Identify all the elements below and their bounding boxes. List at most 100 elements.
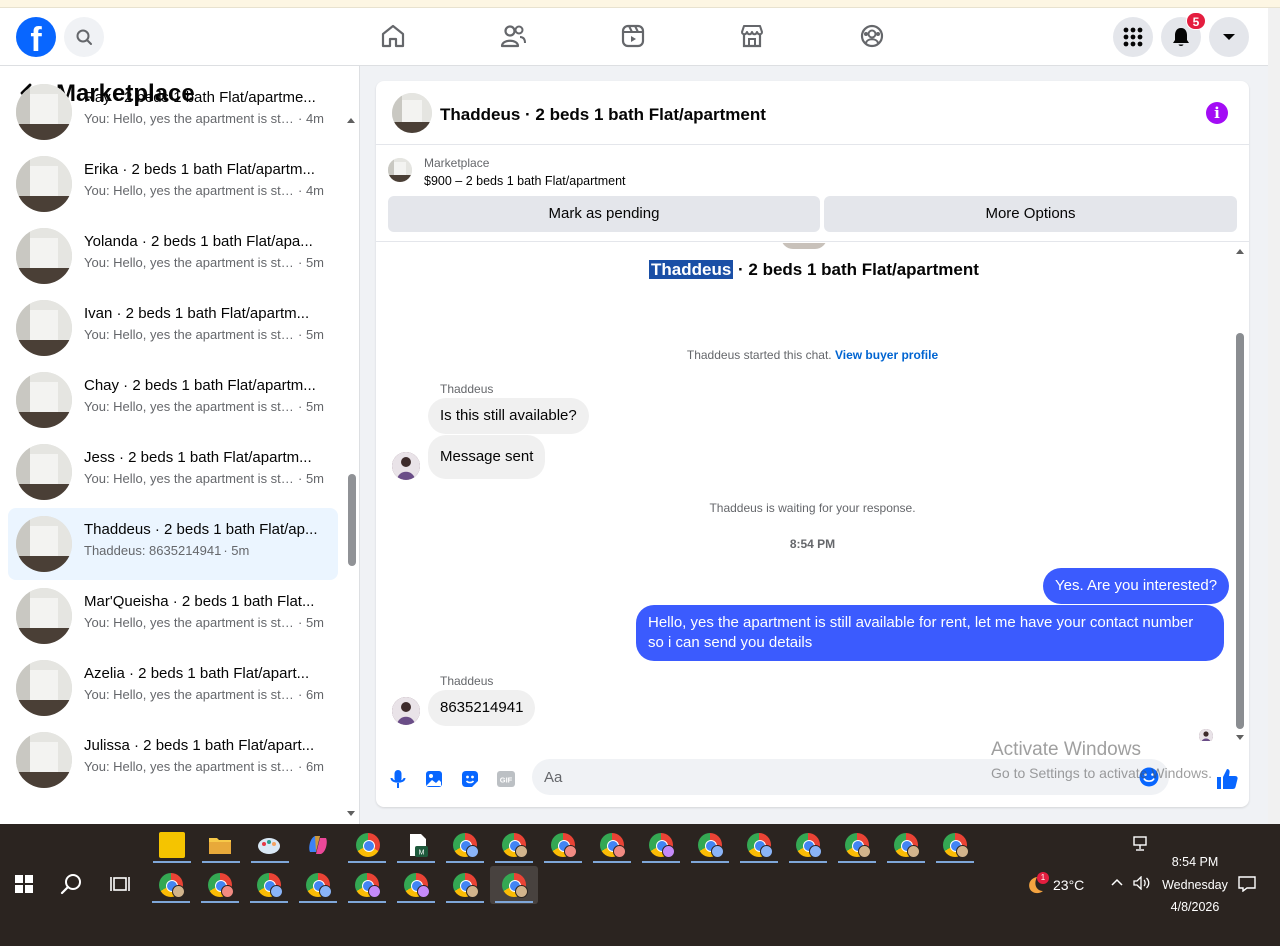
conversation-item[interactable]: Ray · 2 beds 1 bath Flat/apartme... You:… [8, 76, 338, 148]
copilot-icon[interactable] [305, 832, 331, 858]
chrome-profile-icon[interactable] [404, 873, 430, 898]
photo-icon[interactable] [423, 768, 445, 790]
mark-as-pending-button[interactable]: Mark as pending [388, 196, 820, 232]
message-input[interactable]: Aa [532, 759, 1169, 795]
chrome-profile-icon[interactable] [698, 833, 724, 858]
buyer-avatar[interactable] [392, 452, 420, 480]
conversation-item[interactable]: Mar'Queisha · 2 beds 1 bath Flat... You:… [8, 580, 338, 652]
windows-start-icon[interactable] [15, 875, 33, 893]
conversation-item[interactable]: Azelia · 2 beds 1 bath Flat/apart... You… [8, 652, 338, 724]
view-buyer-profile-link[interactable]: View buyer profile [835, 348, 938, 362]
marketplace-icon[interactable] [738, 22, 766, 50]
listing-thumbnail [16, 444, 72, 500]
conversation-preview: You: Hello, yes the apartment is stil...… [84, 183, 324, 198]
friends-icon[interactable] [499, 22, 527, 50]
listing-price[interactable]: $900 – 2 beds 1 bath Flat/apartment [424, 174, 626, 188]
incoming-message[interactable]: Message sent [428, 435, 546, 479]
chevron-up-icon[interactable] [1110, 877, 1124, 887]
gif-icon[interactable]: GIF [495, 768, 517, 790]
clock-day[interactable]: Wednesday [1154, 878, 1236, 892]
conversation-item[interactable]: Erika · 2 beds 1 bath Flat/apartm... You… [8, 148, 338, 220]
notification-center-icon[interactable] [1238, 876, 1256, 892]
sticky-notes-icon[interactable] [159, 832, 185, 858]
volume-icon[interactable] [1133, 876, 1151, 890]
listing-category: Marketplace [424, 156, 490, 170]
menu-grid-button[interactable] [1113, 17, 1153, 57]
chat-scroll-down-arrow-icon[interactable] [1235, 734, 1245, 742]
chrome-profile-icon[interactable] [257, 873, 283, 898]
taskbar-running-indicator [740, 861, 778, 863]
svg-text:M: M [419, 850, 425, 857]
taskbar-running-indicator [887, 861, 925, 863]
more-options-button[interactable]: More Options [824, 196, 1237, 232]
chrome-profile-icon[interactable] [796, 833, 822, 858]
conversation-item[interactable]: Jess · 2 beds 1 bath Flat/apartm... You:… [8, 436, 338, 508]
chrome-profile-icon[interactable] [453, 873, 479, 898]
taskbar-running-indicator [495, 861, 533, 863]
chrome-profile-icon[interactable] [894, 833, 920, 858]
incoming-message[interactable]: 8635214941 [428, 690, 536, 726]
conversation-item[interactable]: Julissa · 2 beds 1 bath Flat/apart... Yo… [8, 724, 338, 796]
account-menu-button[interactable] [1209, 17, 1249, 57]
scroll-down-arrow-icon[interactable] [346, 810, 356, 818]
facebook-logo-icon[interactable]: f [16, 17, 56, 57]
taskbar-running-indicator [691, 861, 729, 863]
weather-temperature[interactable]: 23°C [1053, 877, 1084, 893]
conversation-item[interactable]: Chay · 2 beds 1 bath Flat/apartm... You:… [8, 364, 338, 436]
chat-scrollbar-thumb[interactable] [1236, 333, 1244, 729]
sticker-icon[interactable] [459, 768, 481, 790]
chrome-icon[interactable] [356, 833, 380, 857]
groups-icon[interactable] [858, 22, 886, 50]
conversation-preview: You: Hello, yes the apartment is stil...… [84, 471, 324, 486]
video-icon[interactable] [619, 22, 647, 50]
home-icon[interactable] [379, 22, 407, 50]
scroll-up-arrow-icon[interactable] [346, 116, 356, 124]
taskbar-running-indicator [446, 861, 484, 863]
chrome-profile-icon[interactable] [208, 873, 234, 898]
info-icon[interactable]: i [1206, 102, 1228, 124]
page-scrollbar[interactable] [1268, 8, 1280, 824]
taskbar-search-icon[interactable] [60, 872, 84, 896]
microphone-icon[interactable] [387, 768, 409, 790]
conversation-item[interactable]: Yolanda · 2 beds 1 bath Flat/apa... You:… [8, 220, 338, 292]
network-icon[interactable] [1133, 836, 1151, 852]
search-button[interactable] [64, 17, 104, 57]
chrome-profile-icon[interactable] [355, 873, 381, 898]
message-input-placeholder: Aa [544, 769, 563, 786]
chat-scroll-up-arrow-icon[interactable] [1235, 247, 1245, 255]
chrome-profile-icon[interactable] [502, 833, 528, 858]
chrome-profile-icon[interactable] [551, 833, 577, 858]
taskbar-running-indicator [397, 861, 435, 863]
clock-time[interactable]: 8:54 PM [1158, 855, 1232, 869]
listing-thumbnail [16, 228, 72, 284]
buyer-avatar[interactable] [392, 697, 420, 725]
conversation-item[interactable]: Ivan · 2 beds 1 bath Flat/apartm... You:… [8, 292, 338, 364]
clock-date[interactable]: 4/8/2026 [1158, 900, 1232, 914]
paint-icon[interactable] [256, 832, 282, 858]
outgoing-message[interactable]: Hello, yes the apartment is still availa… [636, 605, 1224, 661]
chrome-profile-icon[interactable] [502, 873, 528, 898]
chrome-profile-icon[interactable] [943, 833, 969, 858]
conversation-item-active[interactable]: Thaddeus · 2 beds 1 bath Flat/ap... Thad… [8, 508, 338, 580]
chat-listing-avatar[interactable] [392, 93, 432, 133]
file-explorer-icon[interactable] [207, 832, 233, 858]
listing-thumbnail[interactable] [388, 158, 412, 182]
chat-title[interactable]: Thaddeus · 2 beds 1 bath Flat/apartment [440, 105, 766, 125]
incoming-message[interactable]: Is this still available? [428, 398, 589, 434]
listing-thumbnail [16, 84, 72, 140]
chrome-profile-icon[interactable] [306, 873, 332, 898]
document-icon[interactable]: M [405, 832, 431, 858]
listing-thumbnail [16, 372, 72, 428]
chrome-profile-icon[interactable] [453, 833, 479, 858]
chrome-profile-icon[interactable] [649, 833, 675, 858]
conversation-preview: You: Hello, yes the apartment is stil...… [84, 687, 324, 702]
task-view-icon[interactable] [109, 874, 131, 894]
sidebar-scrollbar-thumb[interactable] [348, 474, 356, 566]
chrome-profile-icon[interactable] [845, 833, 871, 858]
thumbs-up-icon[interactable] [1214, 766, 1240, 792]
chrome-profile-icon[interactable] [747, 833, 773, 858]
chrome-profile-icon[interactable] [159, 873, 185, 898]
chrome-profile-icon[interactable] [600, 833, 626, 858]
outgoing-message[interactable]: Yes. Are you interested? [1043, 568, 1230, 604]
emoji-icon[interactable] [1138, 766, 1160, 788]
